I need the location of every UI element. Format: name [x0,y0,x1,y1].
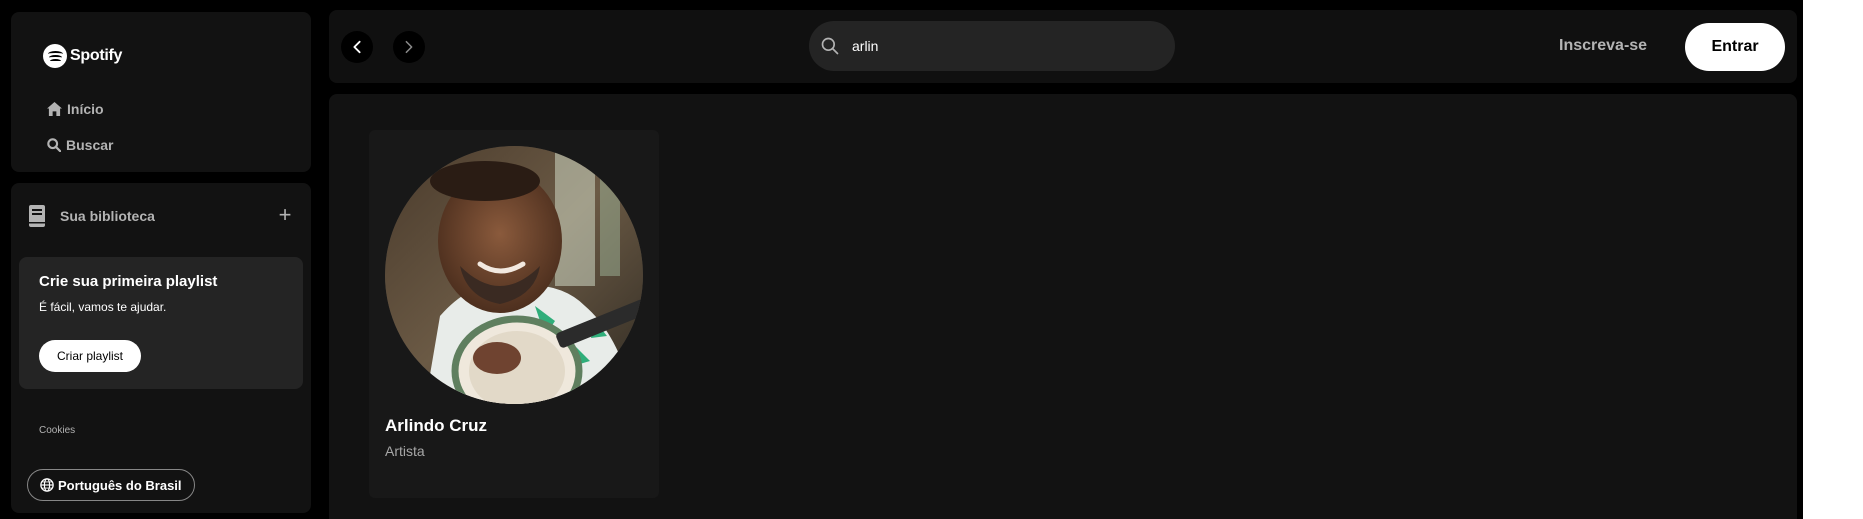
library-icon [29,205,45,227]
library-panel: Sua biblioteca + Crie sua primeira playl… [11,183,311,513]
language-label: Português do Brasil [58,477,182,493]
spotify-logo-icon [43,44,67,68]
home-icon [47,102,62,116]
library-title: Sua biblioteca [60,208,155,224]
globe-icon [40,478,54,492]
promo-title: Crie sua primeira playlist [39,273,218,290]
artist-card[interactable]: Arlindo Cruz Artista [369,130,659,498]
plus-icon: + [278,202,292,227]
back-button[interactable] [341,31,373,63]
login-button[interactable]: Entrar [1685,23,1785,71]
artist-photo [385,146,643,404]
app-window: Spotify Início Buscar Sua biblioteca + C… [0,0,1803,519]
signup-link[interactable]: Inscreva-se [1559,37,1647,55]
nav-search[interactable]: Buscar [47,137,113,153]
spotify-logo-text: Spotify [70,47,123,64]
search-icon [821,37,839,55]
top-bar: Inscreva-se Entrar [329,10,1797,83]
sidebar-nav-panel: Spotify Início Buscar [11,12,311,172]
search-box[interactable] [809,21,1175,71]
artist-type: Artista [385,443,425,459]
create-playlist-plus-button[interactable]: + [275,202,295,227]
nav-home-label: Início [67,101,104,117]
spotify-logo[interactable]: Spotify [43,44,122,68]
library-header[interactable]: Sua biblioteca [28,205,155,227]
search-icon [47,138,61,152]
chevron-right-icon [405,40,413,54]
cookies-link[interactable]: Cookies [39,425,75,436]
search-input[interactable] [852,38,1132,54]
create-playlist-button[interactable]: Criar playlist [39,340,142,372]
promo-subtitle: É fácil, vamos te ajudar. [39,300,167,314]
forward-button[interactable] [393,31,425,63]
nav-search-label: Buscar [66,137,114,153]
chevron-left-icon [353,40,361,54]
artist-name: Arlindo Cruz [385,416,487,435]
main-content: Arlindo Cruz Artista [329,94,1797,519]
language-button[interactable]: Português do Brasil [27,469,195,501]
artist-photo-image [385,146,643,404]
create-playlist-promo: Crie sua primeira playlist É fácil, vamo… [19,257,303,389]
nav-home[interactable]: Início [47,101,104,117]
